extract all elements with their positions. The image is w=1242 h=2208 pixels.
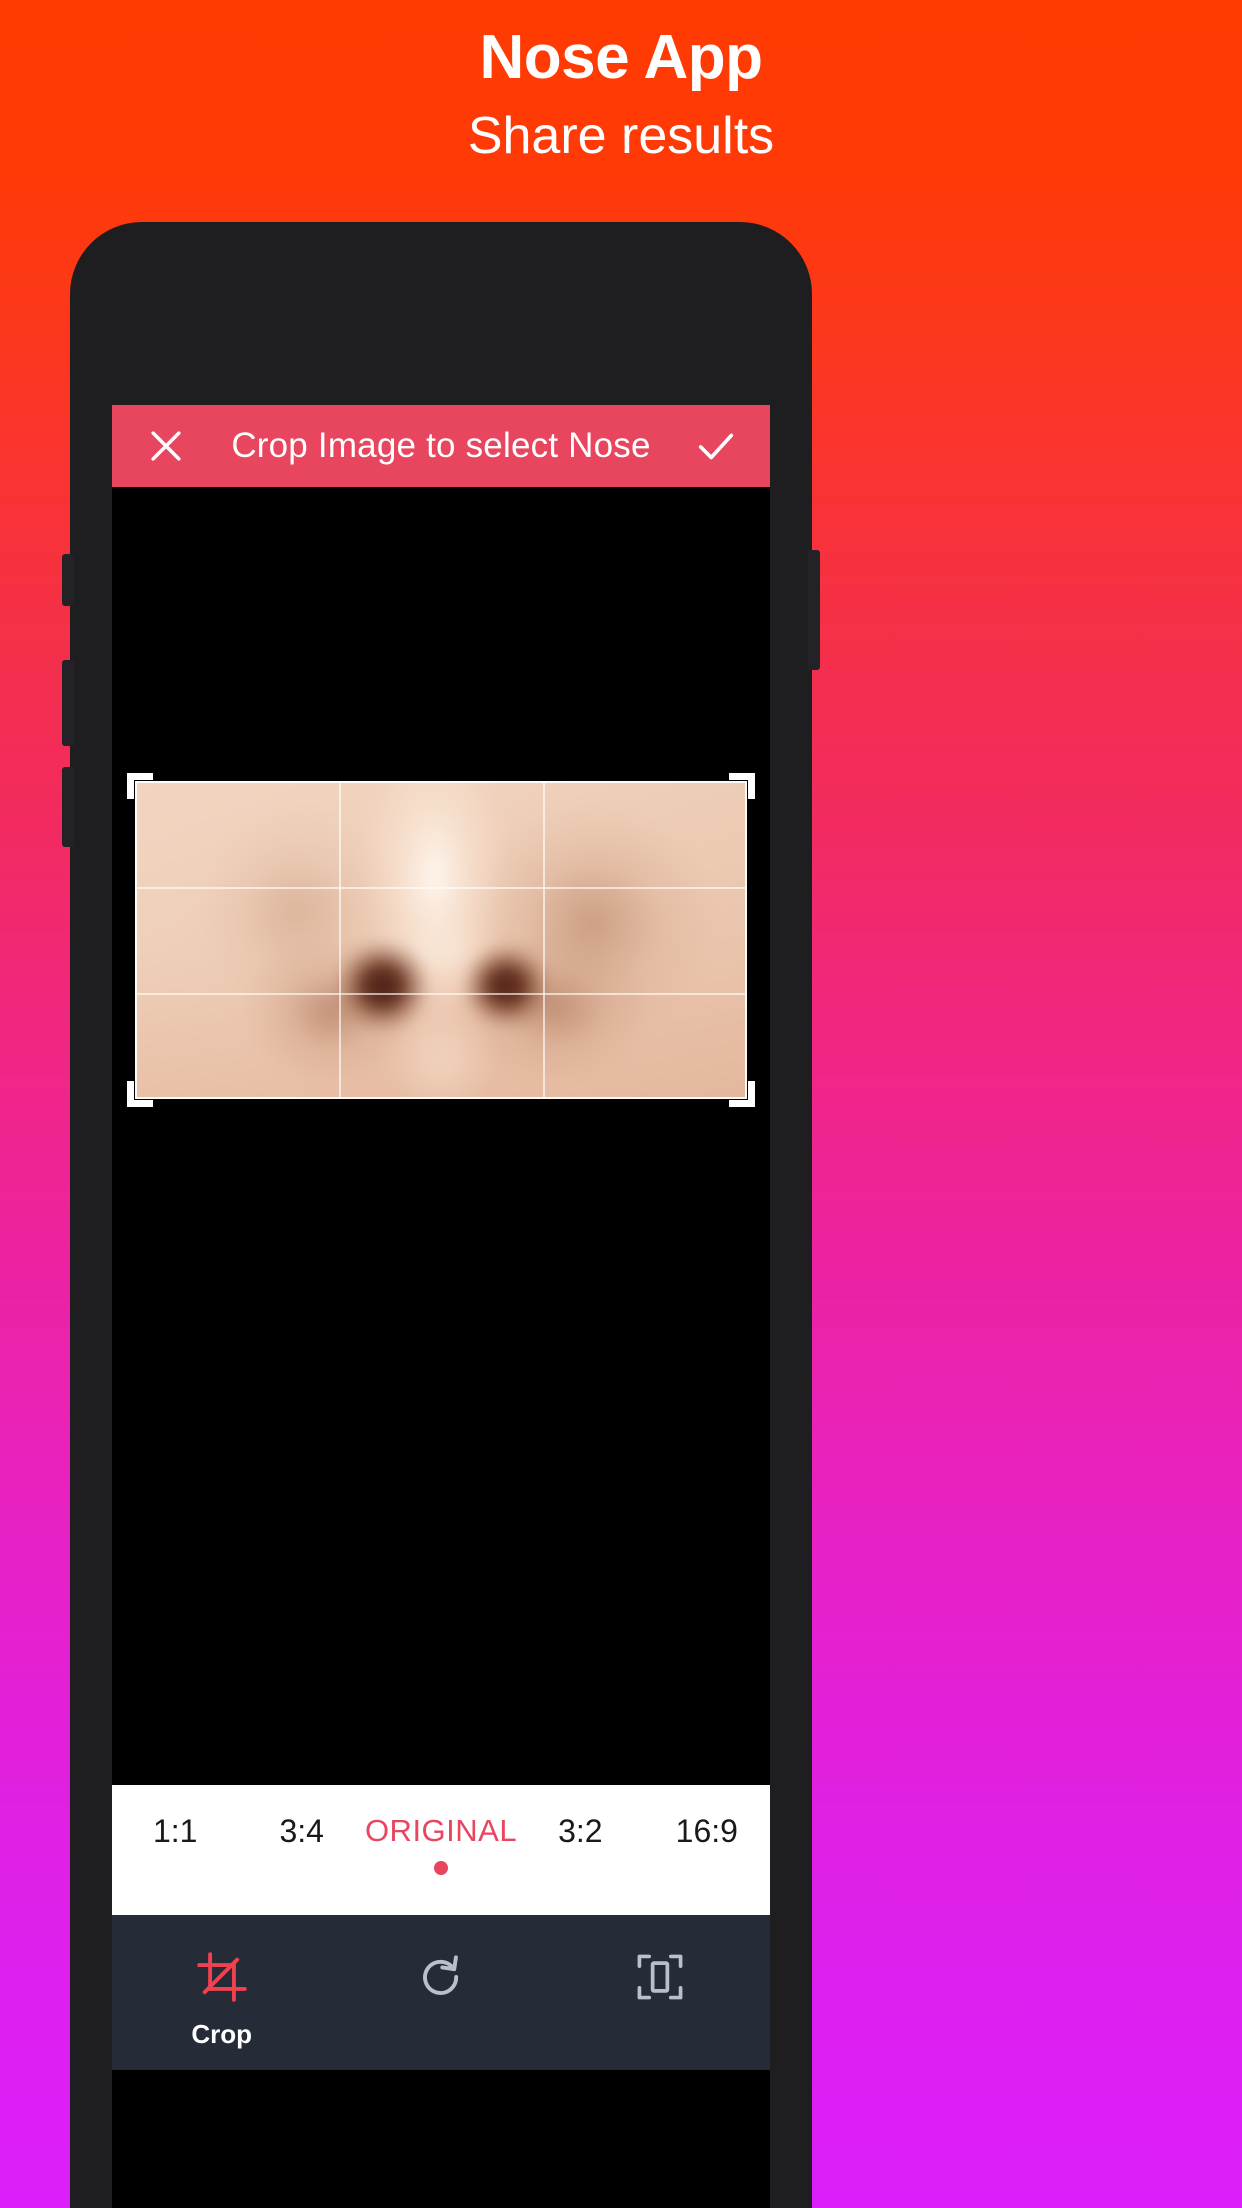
phone-power-button[interactable]: [808, 550, 820, 670]
ratio-selected-dot: [434, 1861, 449, 1875]
ratio-label: 16:9: [675, 1812, 738, 1849]
checkmark-icon[interactable]: [690, 420, 742, 472]
ratio-option-3-2[interactable]: 3:2: [517, 1809, 643, 1850]
ratio-option-16-9[interactable]: 16:9: [644, 1809, 770, 1850]
crop-canvas[interactable]: [112, 487, 770, 1785]
crop-handle-bottom-left[interactable]: [127, 1081, 153, 1107]
app-header-title: Crop Image to select Nose: [231, 426, 651, 465]
ratio-label: ORIGINAL: [364, 1813, 518, 1848]
crop-icon: [194, 1949, 250, 2005]
promo-title: Nose App: [479, 23, 763, 92]
aspect-ratio-bar: 1:1 3:4 ORIGINAL 3:2 16:9: [112, 1785, 770, 1875]
phone-mockup: Crop Image to select Nose 1:1 3:4 ORIGIN…: [62, 222, 820, 2208]
ratio-label: 1:1: [152, 1812, 198, 1849]
rotate-clockwise-icon: [413, 1949, 469, 2005]
toolbar-item-rotate[interactable]: [331, 1949, 550, 2019]
ratio-option-original[interactable]: ORIGINAL: [364, 1809, 518, 1875]
crop-handle-top-left[interactable]: [127, 773, 153, 799]
aspect-ratio-bar-spacer: [112, 1873, 770, 1915]
toolbar-item-fit[interactable]: [551, 1949, 770, 2019]
phone-volume-down-button-2[interactable]: [62, 767, 74, 847]
promo-banner: Nose App Share results: [0, 0, 1242, 171]
phone-volume-down-button[interactable]: [62, 660, 74, 746]
phone-volume-up-button[interactable]: [62, 554, 74, 606]
fit-frame-icon: [632, 1949, 688, 2005]
crop-selection-frame[interactable]: [127, 773, 755, 1107]
crop-border: [135, 781, 747, 1099]
app-header-bar: Crop Image to select Nose: [112, 405, 770, 487]
crop-handle-bottom-right[interactable]: [729, 1081, 755, 1107]
ratio-option-1-1[interactable]: 1:1: [112, 1809, 238, 1850]
ratio-label: 3:2: [558, 1812, 603, 1849]
close-x-icon[interactable]: [140, 420, 192, 472]
bottom-toolbar: Crop: [112, 1915, 770, 2070]
ratio-option-3-4[interactable]: 3:4: [238, 1809, 364, 1850]
phone-screen: Crop Image to select Nose 1:1 3:4 ORIGIN…: [112, 405, 770, 2208]
ratio-label: 3:4: [279, 1812, 324, 1849]
toolbar-item-crop[interactable]: Crop: [112, 1949, 331, 2050]
promo-subtitle: Share results: [467, 107, 775, 166]
crop-handle-top-right[interactable]: [729, 773, 755, 799]
toolbar-label-crop: Crop: [191, 2019, 252, 2049]
